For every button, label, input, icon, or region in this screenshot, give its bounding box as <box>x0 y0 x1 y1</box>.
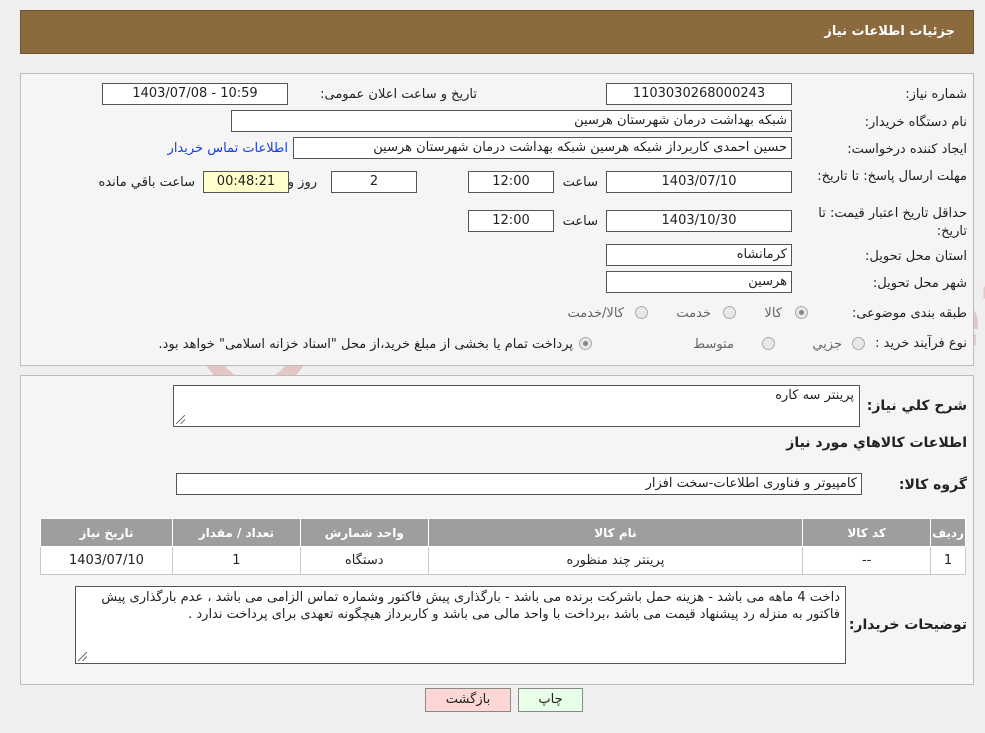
goods-group-field: کامپیوتر و فناوری اطلاعات-سخت افزار <box>176 473 862 495</box>
city-field: هرسین <box>606 271 792 293</box>
category-option-goods: کالا <box>764 306 782 321</box>
purchase-type-label: نوع فرآیند خرید : <box>875 336 967 351</box>
price-validity-label: حداقل تاریخ اعتبار قیمت: تا تاریخ: <box>818 206 967 239</box>
need-number-field: 1103030268000243 <box>606 83 792 105</box>
city-label: شهر محل تحویل: <box>872 276 967 291</box>
buyer-notes-label: توضیحات خریدار: <box>848 617 967 633</box>
resize-grip-icon[interactable] <box>78 652 87 661</box>
buyer-org-label: نام دستگاه خریدار: <box>864 115 967 130</box>
deadline-label: مهلت ارسال پاسخ: تا تاریخ: <box>817 169 967 184</box>
category-option-service: خدمت <box>676 306 711 321</box>
purchase-radio-minor[interactable] <box>852 337 865 350</box>
buyer-notes-text: داخت 4 ماهه می باشد - هزینه حمل باشرکت ب… <box>101 590 840 622</box>
creator-label: ایجاد کننده درخواست: <box>847 142 967 157</box>
creator-field: حسین احمدی کاربرداز شبکه هرسین شبکه بهدا… <box>293 137 792 159</box>
cell-row-number: 1 <box>930 546 966 575</box>
col-quantity: تعداد / مقدار <box>171 518 301 547</box>
col-row-number: رديف <box>930 518 966 547</box>
col-need-date: تاریخ نیاز <box>40 518 173 547</box>
goods-group-label: گروه کالا: <box>898 477 967 493</box>
goods-info-title: اطلاعات کالاهاي مورد نياز <box>786 435 967 451</box>
col-unit: واحد شمارش <box>299 518 429 547</box>
price-validity-date-field: 1403/10/30 <box>606 210 792 232</box>
price-validity-time-label: ساعت <box>562 214 598 229</box>
price-validity-time-field: 12:00 <box>468 210 554 232</box>
summary-field: پرینتر سه کاره <box>173 385 860 427</box>
remaining-days-label: روز و <box>287 175 317 190</box>
cell-quantity: 1 <box>171 546 301 575</box>
goods-table-header: رديف کد کالا نام کالا واحد شمارش تعداد /… <box>40 518 966 547</box>
cell-goods-name: پرینتر چند منظوره <box>427 546 804 575</box>
remaining-days-field: 2 <box>331 171 417 193</box>
category-option-goods-service: کالا/خدمت <box>567 306 624 321</box>
cell-goods-code: -- <box>802 546 932 575</box>
cell-need-date: 1403/07/10 <box>40 546 173 575</box>
summary-label: شرح كلي نياز: <box>866 398 967 414</box>
buyer-contact-link[interactable]: اطلاعات تماس خریدار <box>168 141 288 156</box>
province-label: استان محل تحویل: <box>865 249 967 264</box>
resize-grip-icon[interactable] <box>176 415 185 424</box>
category-radio-service[interactable] <box>723 306 736 319</box>
category-label: طبقه بندی موضوعی: <box>851 306 967 321</box>
category-radio-goods[interactable] <box>795 306 808 319</box>
remaining-time-label: ساعت باقي مانده <box>98 175 195 190</box>
goods-table: رديف کد کالا نام کالا واحد شمارش تعداد /… <box>40 518 966 575</box>
col-goods-code: کد کالا <box>802 518 932 547</box>
cell-unit: دستگاه <box>299 546 429 575</box>
table-row: 1 -- پرینتر چند منظوره دستگاه 1 1403/07/… <box>40 546 966 575</box>
announce-datetime-label: تاریخ و ساعت اعلان عمومی: <box>320 87 477 102</box>
purchase-option-minor: جزيي <box>812 337 842 352</box>
announce-datetime-field: 1403/07/08 - 10:59 <box>102 83 288 105</box>
purchase-option-medium: متوسط <box>693 337 734 352</box>
print-button[interactable]: چاپ <box>518 688 583 712</box>
deadline-time-field: 12:00 <box>468 171 554 193</box>
deadline-date-field: 1403/07/10 <box>606 171 792 193</box>
category-radio-goods-service[interactable] <box>635 306 648 319</box>
need-number-label: شماره نیاز: <box>905 87 967 102</box>
col-goods-name: نام کالا <box>427 518 804 547</box>
back-button[interactable]: بازگشت <box>425 688 511 712</box>
deadline-time-label: ساعت <box>562 175 598 190</box>
summary-text: پرینتر سه کاره <box>775 388 854 403</box>
purchase-note: پرداخت تمام یا بخشی از مبلغ خرید،از محل … <box>158 337 573 352</box>
buyer-org-field: شبکه بهداشت درمان شهرستان هرسین <box>231 110 792 132</box>
remaining-time-field: 00:48:21 <box>203 171 289 193</box>
page-header: جزئیات اطلاعات نیاز <box>20 10 974 54</box>
province-field: کرمانشاه <box>606 244 792 266</box>
page-title: جزئیات اطلاعات نیاز <box>824 24 955 39</box>
treasury-checkbox[interactable] <box>579 337 592 350</box>
buyer-notes-field: داخت 4 ماهه می باشد - هزینه حمل باشرکت ب… <box>75 586 846 664</box>
purchase-radio-medium[interactable] <box>762 337 775 350</box>
